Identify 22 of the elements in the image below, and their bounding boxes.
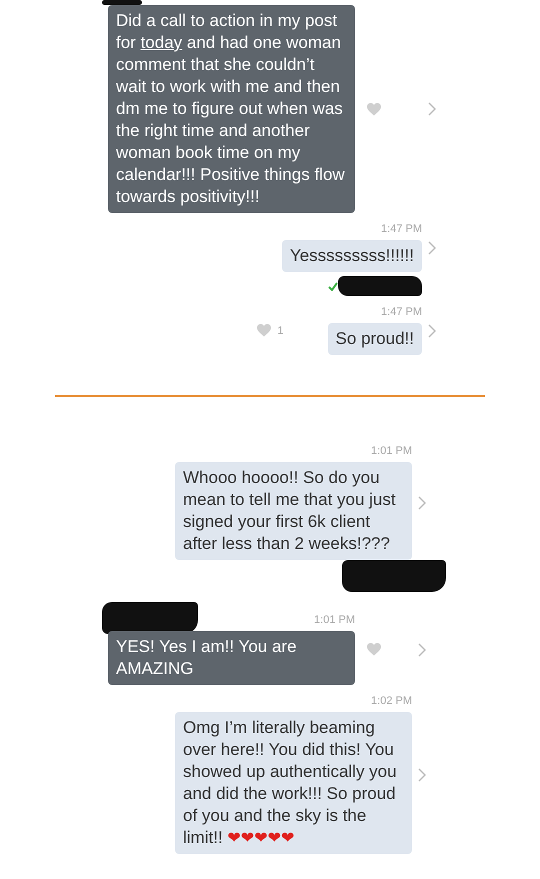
- timestamp: 1:01 PM: [371, 445, 412, 457]
- chevron-icon[interactable]: [418, 496, 426, 510]
- chevron-icon[interactable]: [418, 768, 426, 782]
- timestamp: 1:02 PM: [371, 695, 412, 707]
- message-bubble: So proud!!: [328, 323, 422, 355]
- chevron-icon[interactable]: [428, 102, 436, 116]
- message-bubble: Whooo hoooo!! So do you mean to tell me that you just signed your first 6k client after less than 2 weeks!???: [175, 462, 412, 560]
- link[interactable]: today: [140, 33, 182, 52]
- message-bubble: Did a call to action in my post for today and had one woman comment that she couldn’t wait to work with me and then dm me to figure out when was the right time and another woman book time on my calendar!!! Positive things flow towards positivity!!!: [108, 5, 355, 213]
- like-heart-icon[interactable]: [367, 643, 381, 656]
- like-heart-icon[interactable]: [367, 102, 381, 116]
- chevron-icon[interactable]: [428, 240, 436, 254]
- like-count: 1: [277, 324, 284, 336]
- timestamp: 1:47 PM: [381, 223, 422, 235]
- chevron-icon[interactable]: [418, 642, 426, 656]
- timestamp: 1:47 PM: [381, 306, 422, 318]
- chevron-icon[interactable]: [428, 324, 436, 338]
- message-bubble: Yesssssssss!!!!!!: [282, 240, 422, 272]
- message-bubble: YES! Yes I am!! You are AMAZING: [108, 631, 355, 685]
- like-heart-icon[interactable]: [257, 324, 272, 337]
- timestamp: 1:01 PM: [314, 614, 355, 626]
- message-bubble: Omg I’m literally beaming over here!! You did this! You showed up authentically you and did the work!!! So proud of you and the sky is the limit!! ❤❤❤❤❤: [175, 712, 412, 854]
